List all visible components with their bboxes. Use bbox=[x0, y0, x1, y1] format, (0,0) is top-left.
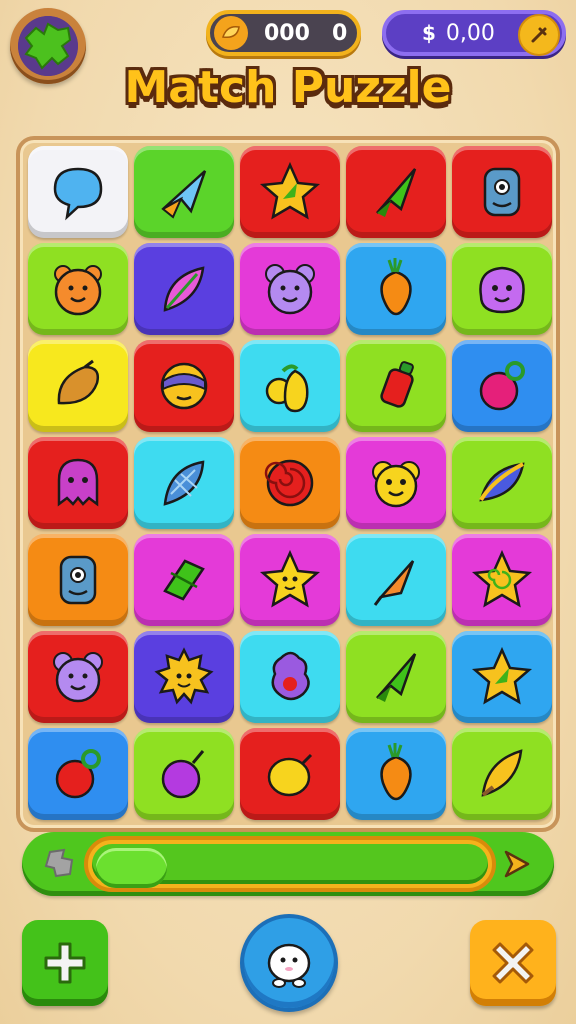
cone-icon bbox=[373, 560, 415, 606]
tile-r1-c5[interactable] bbox=[452, 146, 552, 238]
close-button[interactable] bbox=[470, 920, 556, 1006]
game-board bbox=[16, 136, 560, 832]
coin-extra: 0 bbox=[331, 20, 348, 46]
paper-plane-icon bbox=[161, 170, 207, 219]
blob-monster-icon bbox=[479, 266, 525, 314]
tile-r6-c2[interactable] bbox=[134, 631, 234, 723]
tile-r7-c2[interactable] bbox=[134, 728, 234, 820]
star-leaf-icon bbox=[471, 646, 533, 705]
leaf-net-icon bbox=[163, 460, 205, 506]
seed-icon bbox=[57, 359, 99, 405]
green-arrow-icon bbox=[376, 168, 417, 217]
add-cash-button[interactable] bbox=[518, 14, 560, 56]
blue-leaf-icon bbox=[479, 462, 525, 502]
star-leaf-icon bbox=[259, 161, 321, 220]
swirl-icon bbox=[264, 459, 314, 507]
flower-face-icon bbox=[372, 461, 420, 508]
tile-r6-c1[interactable] bbox=[28, 631, 128, 723]
coin-value: 000 bbox=[264, 20, 310, 46]
progress-fill bbox=[96, 848, 167, 888]
tile-r4-c3[interactable] bbox=[240, 437, 340, 529]
red-bottle-icon bbox=[380, 361, 414, 408]
close-icon bbox=[492, 942, 534, 984]
tile-r4-c4[interactable] bbox=[346, 437, 446, 529]
carrot-icon bbox=[380, 258, 412, 316]
cash-symbol: $ bbox=[422, 21, 436, 45]
tile-r1-c4[interactable] bbox=[346, 146, 446, 238]
tile-r3-c1[interactable] bbox=[28, 340, 128, 432]
character-icon bbox=[267, 943, 311, 988]
tile-r1-c3[interactable] bbox=[240, 146, 340, 238]
robot-monster-icon bbox=[59, 555, 97, 605]
plus-icon bbox=[44, 942, 86, 984]
cash-counter: $ 0,00 bbox=[382, 10, 566, 56]
tile-r3-c4[interactable] bbox=[346, 340, 446, 432]
tile-r5-c2[interactable] bbox=[134, 534, 234, 626]
sun-face-icon bbox=[154, 647, 214, 705]
green-arrow-icon bbox=[376, 653, 417, 702]
mouse-face-icon bbox=[265, 264, 315, 315]
tile-r5-c3[interactable] bbox=[240, 534, 340, 626]
tile-r2-c4[interactable] bbox=[346, 243, 446, 335]
purple-blob-icon bbox=[271, 651, 310, 701]
tile-r4-c1[interactable] bbox=[28, 437, 128, 529]
tile-r5-c5[interactable] bbox=[452, 534, 552, 626]
tile-r6-c4[interactable] bbox=[346, 631, 446, 723]
pencil-leaf-icon bbox=[481, 749, 523, 797]
arrow-right-icon[interactable] bbox=[500, 848, 536, 880]
lemon-icon bbox=[267, 753, 313, 797]
character-button[interactable] bbox=[240, 914, 338, 1012]
wrench-icon bbox=[531, 27, 547, 43]
robot-monster-icon bbox=[483, 167, 521, 217]
berry-icon bbox=[479, 361, 525, 411]
carrot-icon bbox=[380, 743, 412, 801]
tile-r4-c2[interactable] bbox=[134, 437, 234, 529]
feather-leaf-icon bbox=[163, 266, 205, 312]
tile-r2-c1[interactable] bbox=[28, 243, 128, 335]
puzzle-piece-icon bbox=[44, 848, 74, 878]
pear-icon bbox=[265, 364, 309, 413]
ghost-monster-icon bbox=[57, 458, 99, 507]
progress-track bbox=[84, 836, 496, 892]
tile-r1-c1[interactable] bbox=[28, 146, 128, 238]
tile-r2-c2[interactable] bbox=[134, 243, 234, 335]
tile-r2-c3[interactable] bbox=[240, 243, 340, 335]
page-title: Match Puzzle bbox=[124, 62, 452, 113]
speech-bubble-icon bbox=[53, 167, 103, 221]
ninja-face-icon bbox=[160, 362, 208, 410]
tile-r5-c1[interactable] bbox=[28, 534, 128, 626]
tile-r5-c4[interactable] bbox=[346, 534, 446, 626]
tile-r6-c3[interactable] bbox=[240, 631, 340, 723]
cherry-bomb-icon bbox=[55, 749, 101, 799]
tile-r7-c4[interactable] bbox=[346, 728, 446, 820]
tile-r3-c3[interactable] bbox=[240, 340, 340, 432]
tile-r7-c5[interactable] bbox=[452, 728, 552, 820]
bear-face-icon bbox=[54, 265, 102, 316]
coin-icon bbox=[214, 16, 248, 50]
green-leaves-icon bbox=[163, 559, 205, 601]
cash-value: 0,00 bbox=[445, 20, 495, 46]
tile-r6-c5[interactable] bbox=[452, 631, 552, 723]
tile-r1-c2[interactable] bbox=[134, 146, 234, 238]
mouse-face-icon bbox=[53, 652, 103, 703]
tile-r4-c5[interactable] bbox=[452, 437, 552, 529]
tile-r3-c5[interactable] bbox=[452, 340, 552, 432]
tile-r7-c1[interactable] bbox=[28, 728, 128, 820]
purple-berry-icon bbox=[161, 750, 205, 799]
level-progress-bar bbox=[22, 832, 554, 896]
star-face-icon bbox=[259, 549, 321, 608]
coin-counter: 000 0 bbox=[206, 10, 361, 56]
swirl-star-icon bbox=[471, 549, 533, 608]
tile-r3-c2[interactable] bbox=[134, 340, 234, 432]
tile-r2-c5[interactable] bbox=[452, 243, 552, 335]
tile-r7-c3[interactable] bbox=[240, 728, 340, 820]
add-button[interactable] bbox=[22, 920, 108, 1006]
